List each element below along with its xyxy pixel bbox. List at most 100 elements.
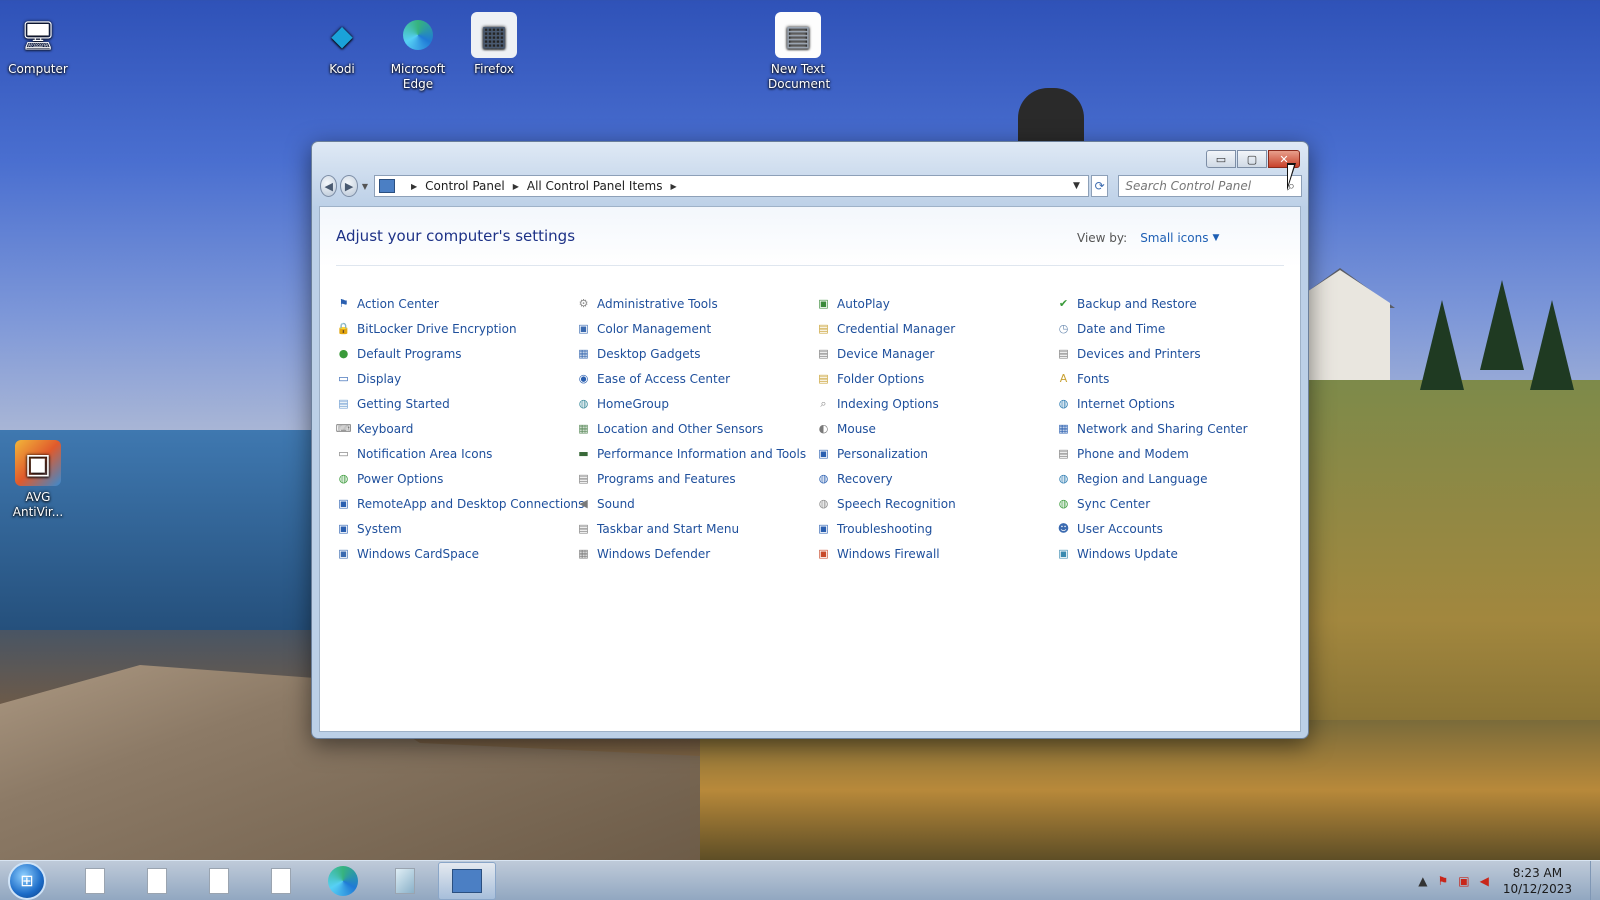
control-panel-item-personalization[interactable]: ▣ Personalization [816, 441, 1056, 466]
control-panel-item-speech-recognition[interactable]: ◍ Speech Recognition [816, 491, 1056, 516]
windows-defender-icon: ▦ [578, 547, 589, 560]
date-and-time-icon: ◷ [1058, 322, 1069, 335]
taskbar-item-document[interactable] [128, 862, 186, 900]
control-panel-item-label: Windows Defender [597, 546, 711, 561]
chevron-right-icon[interactable]: ▶ [411, 182, 417, 191]
back-button[interactable]: ◀ [320, 175, 338, 197]
control-panel-item-backup-and-restore[interactable]: ✔ Backup and Restore [1056, 291, 1296, 316]
control-panel-item-network-and-sharing-center[interactable]: ▦ Network and Sharing Center [1056, 416, 1296, 441]
taskbar-item-edge[interactable] [314, 862, 372, 900]
control-panel-item-notification-area-icons[interactable]: ▭ Notification Area Icons [336, 441, 576, 466]
start-button[interactable]: ⊞ [8, 861, 46, 900]
taskbar-item-document[interactable] [66, 862, 124, 900]
taskbar-item-document[interactable] [252, 862, 310, 900]
action-center-flag-icon[interactable]: ⚑ [1437, 874, 1448, 888]
control-panel-item-mouse[interactable]: ◐ Mouse [816, 416, 1056, 441]
control-panel-item-fonts[interactable]: A Fonts [1056, 366, 1296, 391]
show-hidden-icons-button[interactable]: ▲ [1418, 874, 1427, 888]
control-panel-item-label: Internet Options [1077, 396, 1175, 411]
desktop-icon-edge[interactable]: Microsoft Edge [378, 8, 458, 92]
control-panel-item-folder-options[interactable]: ▤ Folder Options [816, 366, 1056, 391]
control-panel-item-label: Default Programs [357, 346, 462, 361]
breadcrumb-control-panel[interactable]: Control Panel [425, 179, 505, 193]
control-panel-item-bitlocker-drive-encryption[interactable]: 🔒 BitLocker Drive Encryption [336, 316, 576, 341]
control-panel-item-color-management[interactable]: ▣ Color Management [576, 316, 816, 341]
control-panel-item-phone-and-modem[interactable]: ▤ Phone and Modem [1056, 441, 1296, 466]
control-panel-item-label: Recovery [837, 471, 893, 486]
control-panel-item-location-and-other-sensors[interactable]: ▦ Location and Other Sensors [576, 416, 816, 441]
control-panel-item-date-and-time[interactable]: ◷ Date and Time [1056, 316, 1296, 341]
chevron-right-icon[interactable]: ▶ [671, 182, 677, 191]
control-panel-item-indexing-options[interactable]: ⌕ Indexing Options [816, 391, 1056, 416]
address-dropdown-icon[interactable]: ▼ [1073, 181, 1080, 191]
maximize-button[interactable]: ▢ [1237, 150, 1267, 168]
search-input[interactable]: Search Control Panel ⌕ [1118, 175, 1302, 197]
control-panel-item-action-center[interactable]: ⚑ Action Center [336, 291, 576, 316]
control-panel-item-default-programs[interactable]: ● Default Programs [336, 341, 576, 366]
minimize-button[interactable]: ▭ [1206, 150, 1236, 168]
taskbar-item-control-panel[interactable] [438, 861, 496, 900]
chevron-right-icon[interactable]: ▶ [513, 182, 519, 191]
document-icon [85, 867, 105, 894]
control-panel-item-windows-defender[interactable]: ▦ Windows Defender [576, 541, 816, 566]
indexing-options-icon: ⌕ [820, 396, 827, 410]
action-center-icon: ⚑ [338, 297, 349, 310]
control-panel-item-keyboard[interactable]: ⌨ Keyboard [336, 416, 576, 441]
control-panel-item-device-manager[interactable]: ▤ Device Manager [816, 341, 1056, 366]
view-by-dropdown[interactable]: Small icons [1140, 231, 1208, 245]
control-panel-item-windows-update[interactable]: ▣ Windows Update [1056, 541, 1296, 566]
desktop-icon-avg-antivirus[interactable]: ▣ AVG AntiVir... [0, 436, 78, 520]
control-panel-item-programs-and-features[interactable]: ▤ Programs and Features [576, 466, 816, 491]
control-panel-item-power-options[interactable]: ◍ Power Options [336, 466, 576, 491]
bitlocker-drive-encryption-icon: 🔒 [336, 322, 351, 335]
recent-pages-dropdown[interactable]: ▼ [362, 182, 368, 191]
control-panel-item-display[interactable]: ▭ Display [336, 366, 576, 391]
control-panel-item-label: Region and Language [1077, 471, 1208, 486]
control-panel-item-ease-of-access-center[interactable]: ◉ Ease of Access Center [576, 366, 816, 391]
desktop-icon-firefox[interactable]: ▦ Firefox [454, 8, 534, 77]
control-panel-item-region-and-language[interactable]: ◍ Region and Language [1056, 466, 1296, 491]
network-error-icon[interactable]: ▣ [1458, 874, 1469, 888]
recovery-icon: ◍ [818, 472, 829, 485]
refresh-button[interactable]: ⟳ [1090, 175, 1109, 197]
control-panel-item-autoplay[interactable]: ▣ AutoPlay [816, 291, 1056, 316]
desktop-lighthouse [1018, 88, 1084, 144]
keyboard-icon: ⌨ [335, 422, 352, 435]
control-panel-item-taskbar-and-start-menu[interactable]: ▤ Taskbar and Start Menu [576, 516, 816, 541]
show-desktop-button[interactable] [1590, 861, 1600, 900]
control-panel-item-label: Troubleshooting [837, 521, 933, 536]
control-panel-item-administrative-tools[interactable]: ⚙ Administrative Tools [576, 291, 816, 316]
network-and-sharing-center-icon: ▦ [1058, 422, 1069, 435]
breadcrumb-all-control-panel-items[interactable]: All Control Panel Items [527, 179, 663, 193]
control-panel-item-recovery[interactable]: ◍ Recovery [816, 466, 1056, 491]
clock[interactable]: 8:23 AM 10/12/2023 [1503, 865, 1572, 897]
troubleshooting-icon: ▣ [818, 522, 829, 535]
personalization-icon: ▣ [818, 447, 829, 460]
volume-muted-icon[interactable]: ◀ [1480, 874, 1489, 888]
control-panel-item-system[interactable]: ▣ System [336, 516, 576, 541]
desktop-icon-computer[interactable]: 🖥 Computer [0, 8, 78, 77]
document-icon [147, 867, 167, 894]
control-panel-item-credential-manager[interactable]: ▤ Credential Manager [816, 316, 1056, 341]
control-panel-item-label: Speech Recognition [837, 496, 956, 511]
desktop-icon-kodi[interactable]: ◆ Kodi [302, 8, 382, 77]
control-panel-item-performance-information-and-tools[interactable]: ▬ Performance Information and Tools [576, 441, 816, 466]
control-panel-item-getting-started[interactable]: ▤ Getting Started [336, 391, 576, 416]
control-panel-item-devices-and-printers[interactable]: ▤ Devices and Printers [1056, 341, 1296, 366]
control-panel-item-sync-center[interactable]: ◍ Sync Center [1056, 491, 1296, 516]
chevron-down-icon[interactable]: ▼ [1212, 233, 1219, 243]
control-panel-item-remoteapp-and-desktop-connections[interactable]: ▣ RemoteApp and Desktop Connections [336, 491, 584, 516]
control-panel-item-troubleshooting[interactable]: ▣ Troubleshooting [816, 516, 1056, 541]
control-panel-item-user-accounts[interactable]: ☻ User Accounts [1056, 516, 1296, 541]
control-panel-item-desktop-gadgets[interactable]: ▦ Desktop Gadgets [576, 341, 816, 366]
forward-button[interactable]: ▶ [340, 175, 358, 197]
taskbar-item-document[interactable] [190, 862, 248, 900]
control-panel-item-sound[interactable]: ◀ Sound [576, 491, 816, 516]
address-bar[interactable]: ▶ Control Panel ▶ All Control Panel Item… [373, 175, 1089, 197]
control-panel-item-windows-cardspace[interactable]: ▣ Windows CardSpace [336, 541, 576, 566]
taskbar-item-notepad[interactable] [376, 862, 434, 900]
control-panel-item-homegroup[interactable]: ◍ HomeGroup [576, 391, 816, 416]
control-panel-item-internet-options[interactable]: ◍ Internet Options [1056, 391, 1296, 416]
desktop-icon-new-text-document[interactable]: ▤ New Text Document [758, 8, 838, 92]
control-panel-item-windows-firewall[interactable]: ▣ Windows Firewall [816, 541, 1056, 566]
